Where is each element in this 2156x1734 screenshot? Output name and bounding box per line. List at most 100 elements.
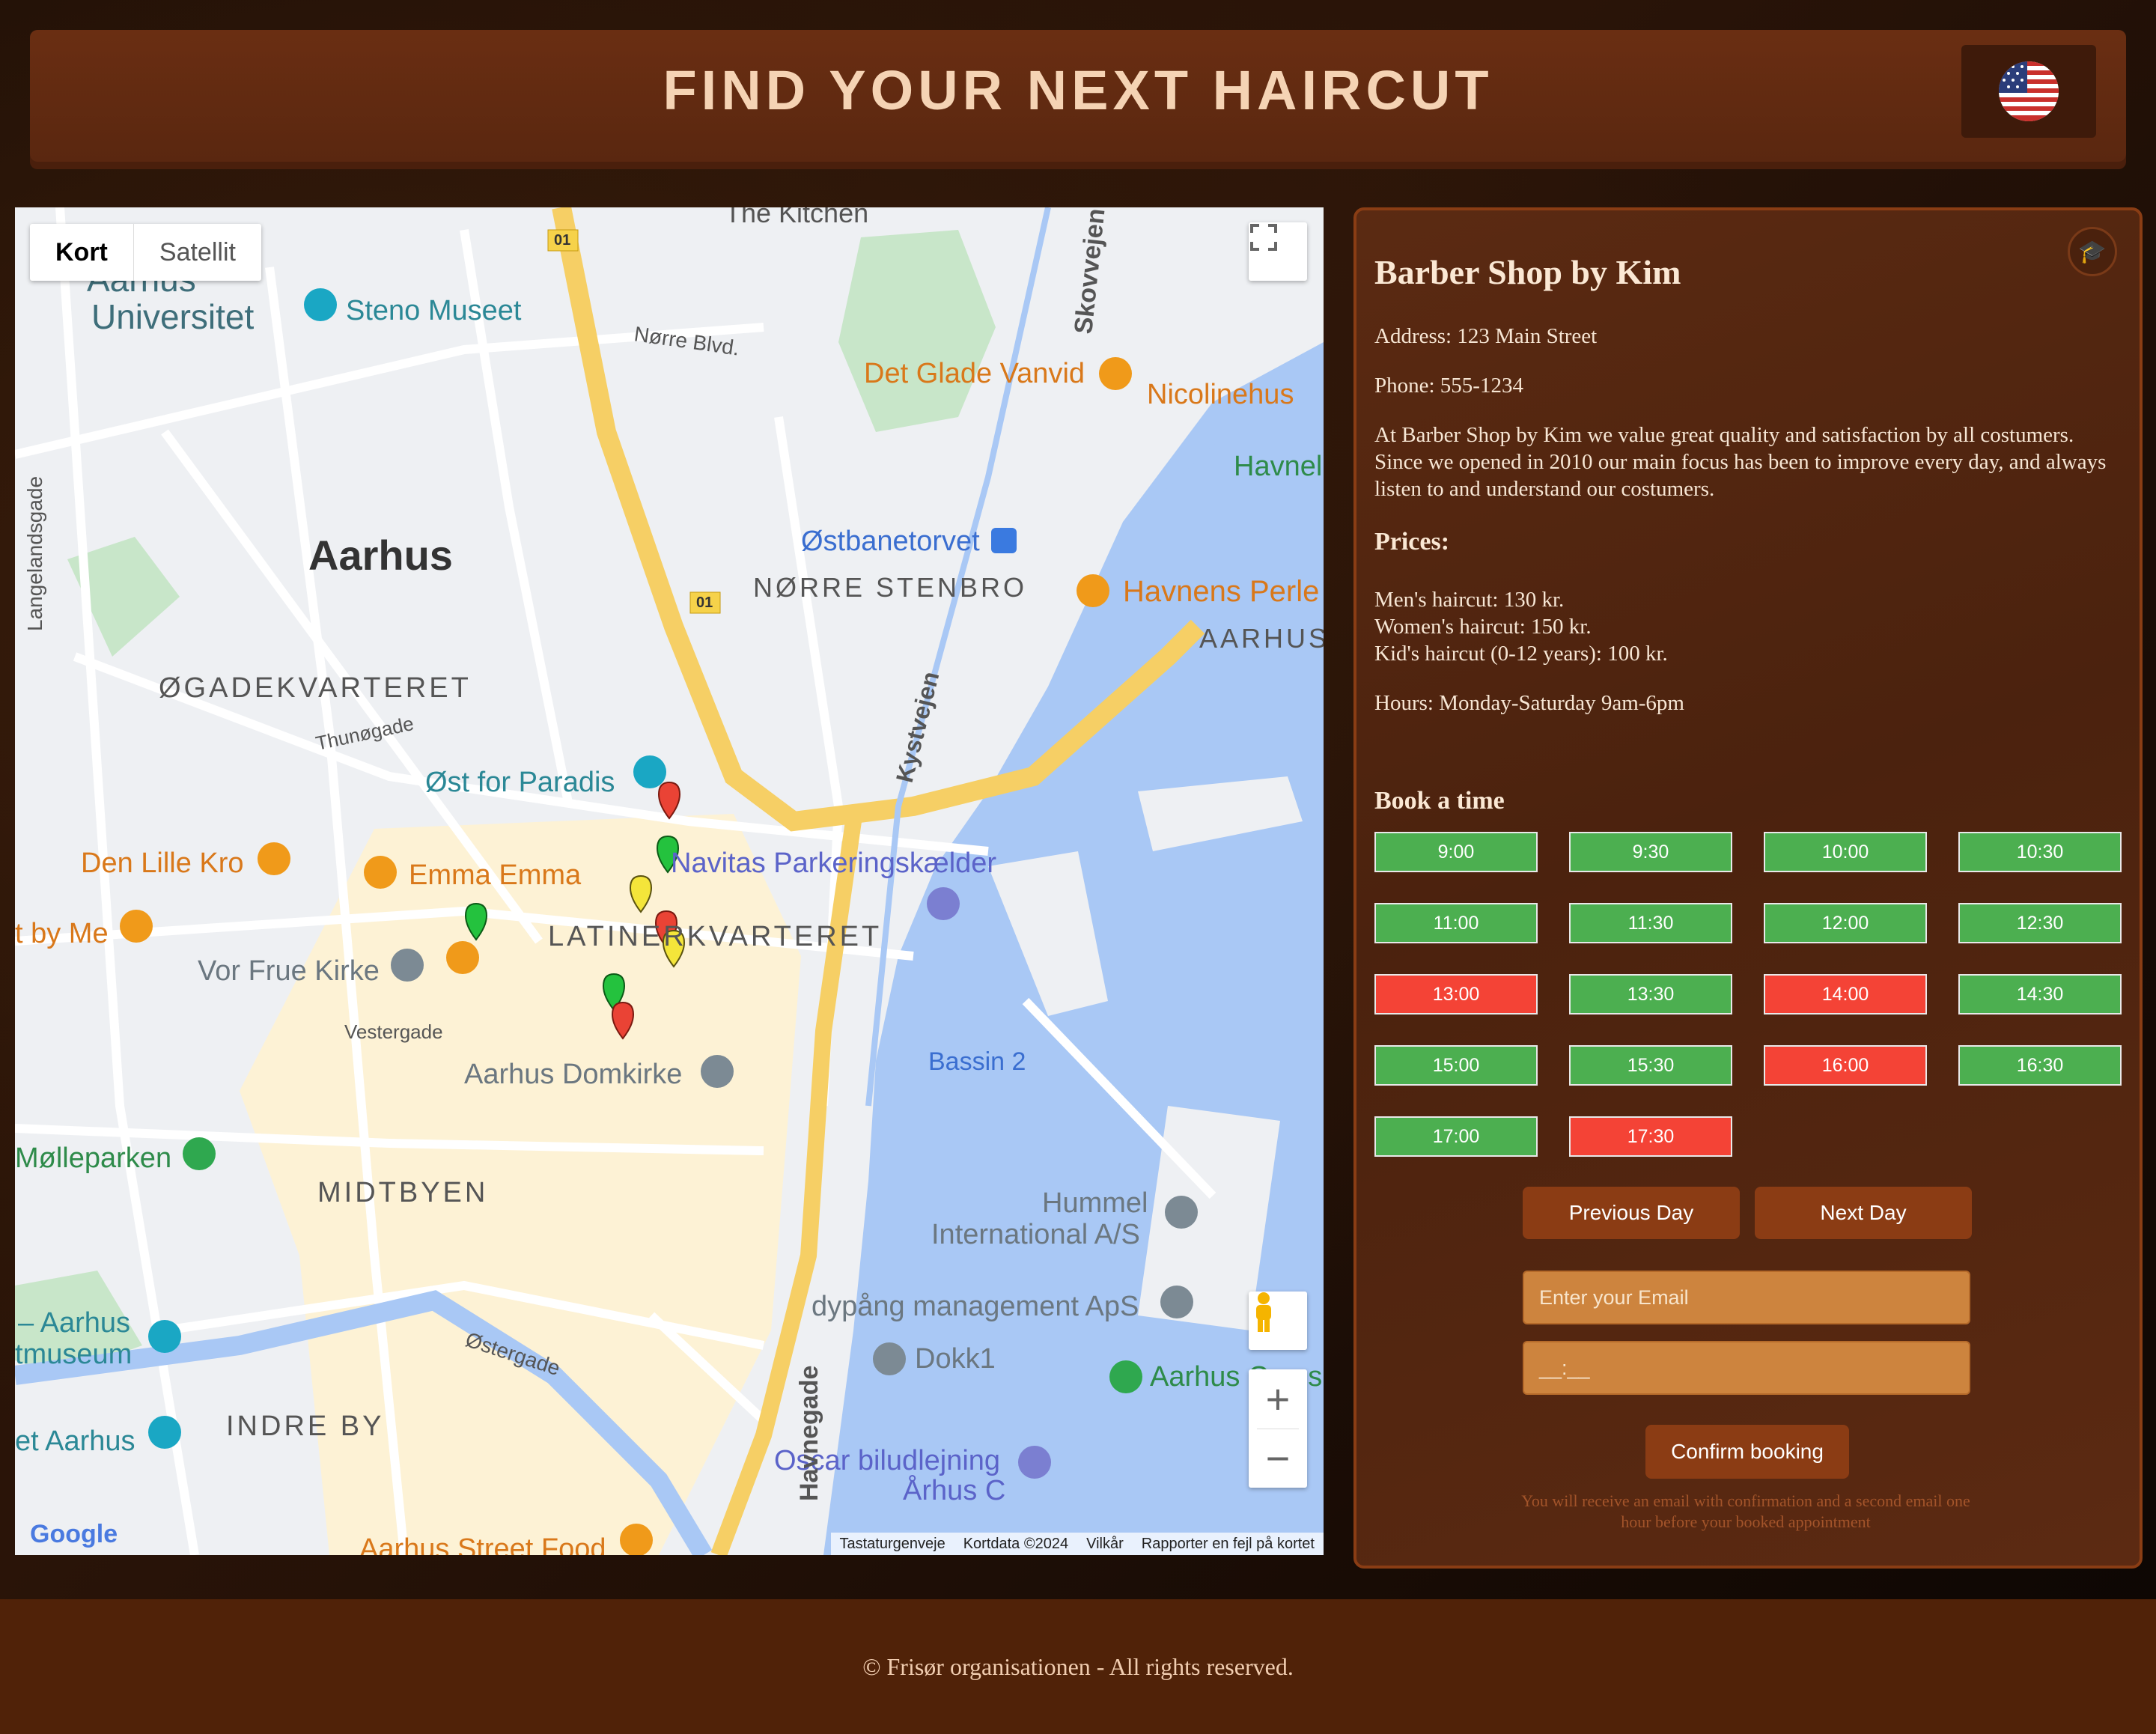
map-label-restaurant: Den Lille Kro	[81, 848, 244, 879]
map-label-district: AARHUS	[1199, 623, 1324, 654]
time-slot-free[interactable]: 15:30	[1569, 1045, 1732, 1086]
street-label: Skovvejen	[1069, 207, 1110, 335]
map-label-steno: Steno Museet	[346, 295, 522, 326]
map-label: et Aarhus	[15, 1426, 135, 1457]
map-label-university: Universitet	[91, 297, 255, 336]
time-slot-free[interactable]: 12:00	[1764, 903, 1927, 943]
price-mens: Men's haircut: 130 kr.	[1374, 588, 1565, 612]
map-label-district: LATINERKVARTERET	[548, 921, 882, 952]
map-view[interactable]: Aarhus Universitet Steno Museet The Kitc…	[15, 207, 1324, 1555]
map-label: Havnel	[1234, 451, 1322, 482]
map-label-park: Mølleparken	[15, 1143, 171, 1174]
map-label-company: International A/S	[931, 1219, 1140, 1250]
time-slot-busy[interactable]: 16:00	[1764, 1045, 1927, 1086]
street-label: Kystvejen	[891, 669, 945, 785]
street-label: Havnegade	[795, 1366, 823, 1501]
booking-title: Book a time	[1374, 787, 1505, 815]
keyboard-shortcuts-link[interactable]: Tastaturgenveje	[840, 1533, 945, 1555]
time-slot-free[interactable]: 12:30	[1958, 903, 2122, 943]
shop-panel: 🎓 Barber Shop by Kim Address: 123 Main S…	[1353, 207, 2143, 1569]
time-slot-free[interactable]: 13:30	[1569, 974, 1732, 1014]
shop-hours: Hours: Monday-Saturday 9am-6pm	[1374, 691, 1684, 715]
us-flag-icon	[1999, 61, 2059, 121]
time-slot-free[interactable]: 9:00	[1374, 832, 1538, 872]
map-label-restaurant: Havnens Perle	[1123, 575, 1319, 608]
map-label-museum: – Aarhus	[18, 1307, 130, 1339]
language-button[interactable]	[1961, 45, 2096, 138]
map-label-museum: tmuseum	[15, 1339, 132, 1370]
time-slot-busy[interactable]: 13:00	[1374, 974, 1538, 1014]
map-canvas[interactable]: Aarhus Universitet Steno Museet The Kitc…	[15, 207, 1324, 1555]
map-label-district: NØRRE STENBRO	[753, 572, 1027, 603]
graduation-cap-button[interactable]: 🎓	[2068, 227, 2117, 276]
map-attribution: Tastaturgenveje Kortdata ©2024 Vilkår Ra…	[830, 1533, 1324, 1555]
price-kids: Kid's haircut (0-12 years): 100 kr.	[1374, 642, 1668, 666]
zoom-out-button[interactable]: −	[1266, 1429, 1291, 1488]
fullscreen-icon	[1250, 224, 1277, 251]
time-input[interactable]: __:__	[1523, 1341, 1970, 1395]
fullscreen-button[interactable]	[1249, 222, 1307, 281]
shop-name: Barber Shop by Kim	[1374, 253, 1681, 291]
page-title: FIND YOUR NEXT HAIRCUT	[663, 59, 1493, 121]
zoom-in-button[interactable]: +	[1266, 1370, 1291, 1429]
street-label: Langelandsgade	[23, 476, 46, 631]
map-label-church: Aarhus Domkirke	[464, 1059, 682, 1090]
map-label-district: ØGADEKVARTERET	[159, 672, 472, 704]
copyright-text: © Frisør organisationen - All rights res…	[862, 1653, 1294, 1680]
map-label-cinema: Øst for Paradis	[425, 767, 615, 798]
shop-phone: Phone: 555-1234	[1374, 374, 1523, 398]
pegman-icon	[1256, 1292, 1271, 1332]
next-day-button[interactable]: Next Day	[1755, 1187, 1972, 1239]
map-type-satellit[interactable]: Satellit	[134, 224, 261, 281]
time-slot-busy[interactable]: 17:30	[1569, 1116, 1732, 1157]
route-number: 01	[696, 594, 713, 611]
map-label-water: Bassin 2	[928, 1047, 1026, 1076]
map-label-company: dypång management ApS	[811, 1291, 1139, 1322]
email-input[interactable]: Enter your Email	[1523, 1271, 1970, 1324]
zoom-control: + −	[1249, 1369, 1307, 1488]
map-type-kort[interactable]: Kort	[30, 224, 134, 281]
time-slot-free[interactable]: 11:00	[1374, 903, 1538, 943]
time-slot-busy[interactable]: 14:00	[1764, 974, 1927, 1014]
map-label: The Kitchen	[725, 207, 868, 228]
report-error-link[interactable]: Rapporter en fejl på kortet	[1142, 1533, 1315, 1555]
map-label-church: Vor Frue Kirke	[198, 955, 380, 987]
google-logo: Google	[30, 1520, 118, 1548]
map-type-control: Kort Satellit	[30, 224, 261, 281]
map-label-cafe: Emma Emma	[409, 860, 582, 891]
map-label-library: Dokk1	[915, 1343, 996, 1375]
map-label: Århus C	[903, 1473, 1005, 1506]
map-label-district: MIDTBYEN	[317, 1177, 488, 1208]
shop-description: At Barber Shop by Kim we value great qua…	[1374, 423, 2107, 501]
map-label-district: INDRE BY	[226, 1411, 384, 1442]
site-footer: © Frisør organisationen - All rights res…	[0, 1599, 2156, 1734]
site-header: FIND YOUR NEXT HAIRCUT	[30, 30, 2126, 162]
shop-address: Address: 123 Main Street	[1374, 324, 1598, 348]
terms-link[interactable]: Vilkår	[1086, 1533, 1124, 1555]
time-slot-free[interactable]: 10:30	[1958, 832, 2122, 872]
street-label: Vestergade	[344, 1020, 443, 1043]
time-slot-free[interactable]: 9:30	[1569, 832, 1732, 872]
map-label-company: Hummel	[1042, 1187, 1148, 1219]
map-label-parking: Navitas Parkeringskælder	[671, 848, 996, 879]
time-slot-free[interactable]: 15:00	[1374, 1045, 1538, 1086]
graduation-cap-icon: 🎓	[2078, 239, 2107, 264]
time-slot-free[interactable]: 10:00	[1764, 832, 1927, 872]
confirmation-note: You will receive an email with confirmat…	[1521, 1491, 1970, 1531]
map-label-station: Østbanetorvet	[801, 526, 980, 557]
map-label-restaurant: Det Glade Vanvid	[864, 358, 1085, 389]
time-slot-free[interactable]: 11:30	[1569, 903, 1732, 943]
street-view-button[interactable]	[1249, 1292, 1307, 1350]
route-number: 01	[554, 232, 570, 249]
map-data-text: Kortdata ©2024	[963, 1536, 1069, 1552]
confirm-booking-button[interactable]: Confirm booking	[1645, 1425, 1849, 1479]
time-slot-free[interactable]: 14:30	[1958, 974, 2122, 1014]
map-label-restaurant: Aarhus Street Food	[359, 1533, 606, 1555]
time-slot-free[interactable]: 16:30	[1958, 1045, 2122, 1086]
prices-title: Prices:	[1374, 528, 1450, 556]
time-slot-free[interactable]: 17:00	[1374, 1116, 1538, 1157]
map-label-restaurant: t by Me	[15, 918, 109, 949]
previous-day-button[interactable]: Previous Day	[1523, 1187, 1740, 1239]
price-womens: Women's haircut: 150 kr.	[1374, 615, 1592, 639]
map-label-city: Aarhus	[308, 532, 453, 579]
